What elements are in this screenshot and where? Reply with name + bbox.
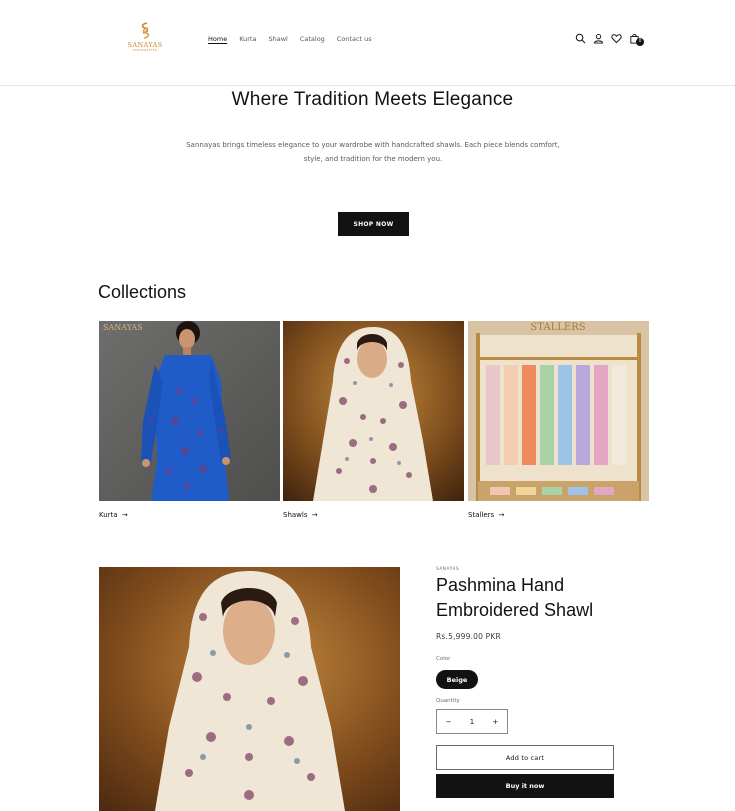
product-title: Pashmina Hand Embroidered Shawl	[436, 575, 594, 620]
nav-kurta[interactable]: Kurta	[239, 34, 256, 44]
brand-logo[interactable]: SANAYAS HANDCRAFTED	[126, 22, 164, 56]
quantity-input[interactable]: 1	[460, 718, 483, 726]
collection-image-shawls[interactable]	[283, 321, 464, 501]
arrow-right-icon: →	[311, 511, 318, 519]
hero-description: Sannayas brings timeless elegance to you…	[186, 141, 560, 163]
kurta-image-brand-text: SANAYAS	[103, 323, 143, 332]
site-header: SANAYAS HANDCRAFTED Home Kurta Shawl Cat…	[0, 0, 735, 86]
logo-mark-icon	[141, 22, 150, 39]
main-nav: Home Kurta Shawl Catalog Contact us	[208, 34, 372, 44]
logo-subtext: HANDCRAFTED	[132, 49, 158, 52]
arrow-right-icon: →	[121, 511, 128, 519]
search-icon[interactable]	[574, 31, 586, 45]
collection-image-kurta[interactable]: SANAYAS	[99, 321, 280, 501]
buy-now-button[interactable]: Buy it now	[436, 774, 614, 798]
product-price: Rs.5,999.00 PKR	[436, 632, 501, 641]
hero-title: Where Tradition Meets Elegance	[231, 89, 514, 110]
collection-card-shawls[interactable]: Shawls →	[283, 321, 464, 520]
collection-label-kurta[interactable]: Kurta →	[99, 510, 280, 520]
product-vendor: SANAYAS	[436, 566, 460, 571]
nav-home[interactable]: Home	[208, 34, 227, 44]
nav-shawl[interactable]: Shawl	[268, 34, 287, 44]
collection-image-stallers[interactable]: STALLERS	[468, 321, 649, 501]
quantity-decrease-button[interactable]: −	[437, 718, 460, 726]
collection-label-kurta-text[interactable]: Kurta	[99, 511, 118, 519]
quantity-stepper: − 1 +	[436, 709, 508, 734]
nav-contact-us[interactable]: Contact us	[337, 34, 372, 44]
cart-count-badge: 0	[636, 38, 644, 46]
color-label: Color	[436, 656, 451, 662]
cart-icon[interactable]: 0	[628, 31, 644, 46]
collection-card-stallers[interactable]: STALLERS Stallers →	[468, 321, 649, 520]
add-to-cart-button[interactable]: Add to cart	[436, 745, 614, 770]
quantity-increase-button[interactable]: +	[484, 718, 507, 726]
collection-label-stallers[interactable]: Stallers →	[468, 510, 649, 520]
collections-heading: Collections	[98, 282, 187, 302]
quantity-label: Quantity	[436, 698, 460, 704]
collection-label-shawls[interactable]: Shawls →	[283, 510, 464, 520]
header-icons: 0	[574, 31, 644, 46]
shop-now-button[interactable]: SHOP NOW	[338, 212, 409, 236]
wishlist-icon[interactable]	[610, 31, 622, 45]
nav-catalog[interactable]: Catalog	[300, 34, 325, 44]
logo-text: SANAYAS	[127, 41, 163, 49]
collection-label-shawls-text[interactable]: Shawls	[283, 511, 308, 519]
stallers-image-sign-text: STALLERS	[530, 322, 585, 333]
collection-label-stallers-text[interactable]: Stallers	[468, 511, 494, 519]
arrow-right-icon: →	[498, 511, 505, 519]
account-icon[interactable]	[592, 31, 604, 45]
collection-card-kurta[interactable]: SANAYAS Kurta →	[99, 321, 280, 520]
product-image[interactable]	[99, 567, 400, 811]
color-option-beige[interactable]: Beige	[436, 670, 478, 689]
